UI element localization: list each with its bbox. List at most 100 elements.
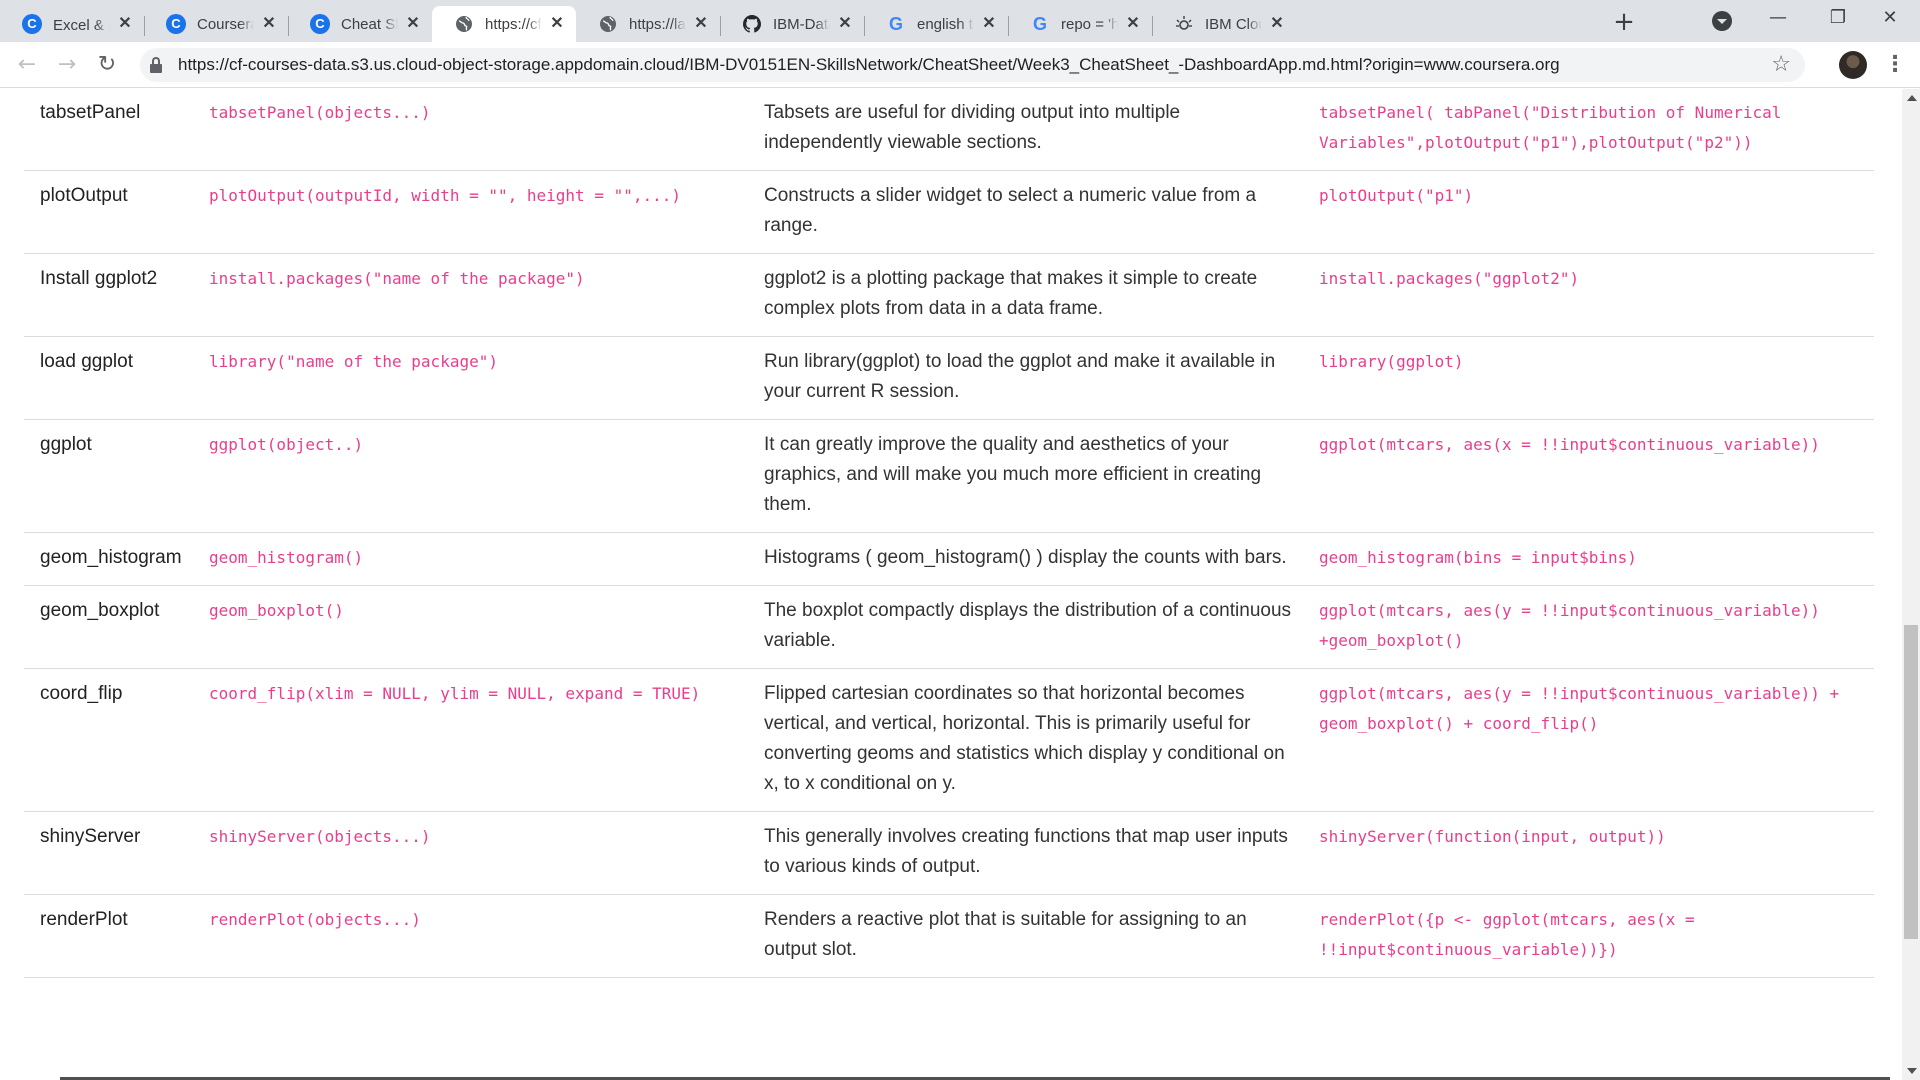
- maximize-button[interactable]: ❐: [1808, 0, 1868, 36]
- browser-tab[interactable]: C Cheat Sheet - ✕: [288, 6, 432, 42]
- function-name: coord_flip: [40, 683, 123, 704]
- syntax-cell: coord_flip(xlim = NULL, ylim = NULL, exp…: [209, 669, 764, 812]
- function-name: load ggplot: [40, 351, 133, 372]
- tab-close-icon[interactable]: ✕: [1268, 15, 1286, 33]
- table-row: coord_flip coord_flip(xlim = NULL, ylim =…: [24, 669, 1874, 812]
- browser-tab[interactable]: IBM Cloud Pa ✕: [1152, 6, 1296, 42]
- browser-menu-icon[interactable]: ⋮: [1884, 50, 1906, 80]
- globe-icon: [598, 14, 618, 34]
- bookmark-star-icon[interactable]: ☆: [1771, 51, 1791, 79]
- tab-close-icon[interactable]: ✕: [260, 15, 278, 33]
- syntax-code: geom_boxplot(): [209, 601, 344, 620]
- syntax-cell: library("name of the package"): [209, 337, 764, 420]
- function-name: tabsetPanel: [40, 102, 141, 123]
- example-code: install.packages("ggplot2"): [1319, 269, 1580, 288]
- browser-tab[interactable]: IBM-Data-Ana ✕: [720, 6, 864, 42]
- example-cell: ggplot(mtcars, aes(x = !!input$continuou…: [1319, 420, 1874, 533]
- table-row: shinyServer shinyServer(objects...) This g…: [24, 812, 1874, 895]
- table-row: Install ggplot2 install.packages("name of…: [24, 254, 1874, 337]
- table-row: plotOutput plotOutput(outputId, width = "…: [24, 171, 1874, 254]
- browser-tab[interactable]: https://cf-cou ✕: [432, 6, 576, 42]
- new-tab-button[interactable]: +: [1610, 8, 1638, 36]
- tab-title: IBM Cloud Pa: [1205, 15, 1262, 33]
- example-code: shinyServer(function(input, output)): [1319, 827, 1666, 846]
- tab-strip: C Excel & R을 A ✕ C Coursera | Onl ✕ C Cheat She…: [0, 0, 1920, 42]
- google-icon: G: [1032, 13, 1047, 34]
- browser-tab[interactable]: C Excel & R을 A ✕: [0, 6, 144, 42]
- browser-tab[interactable]: Grepo = 'https: ✕: [1008, 6, 1152, 42]
- scroll-up-arrow-icon[interactable]: [1907, 95, 1917, 101]
- syntax-cell: geom_histogram(): [209, 533, 764, 586]
- globe-icon: [454, 14, 474, 34]
- example-code: geom_histogram(bins = input$bins): [1319, 548, 1637, 567]
- coursera-icon: C: [22, 14, 42, 34]
- description: The boxplot compactly displays the distr…: [764, 600, 1292, 651]
- tab-title: english to kor: [917, 15, 974, 33]
- description: ggplot2 is a plotting package that makes…: [764, 268, 1258, 319]
- example-cell: install.packages("ggplot2"): [1319, 254, 1874, 337]
- tab-close-icon[interactable]: ✕: [404, 15, 422, 33]
- browser-tab[interactable]: https://labs.co ✕: [576, 6, 720, 42]
- tab-title: Coursera | Onl: [197, 15, 254, 33]
- ibm-cloud-icon: [1174, 14, 1194, 34]
- page-content: tabsetPanel tabsetPanel(objects...) Tabset…: [0, 89, 1902, 1080]
- browser-toolbar: ← → ↻ https://cf-courses-data.s3.us.clou…: [0, 42, 1920, 88]
- example-cell: ggplot(mtcars, aes(y = !!input$continuou…: [1319, 669, 1874, 812]
- lock-icon[interactable]: [150, 57, 162, 73]
- table-row: geom_boxplot geom_boxplot() The boxplot co…: [24, 586, 1874, 669]
- description: This generally involves creating functio…: [764, 826, 1288, 877]
- tab-close-icon[interactable]: ✕: [1124, 15, 1142, 33]
- window-close-button[interactable]: ✕: [1860, 0, 1920, 36]
- scroll-down-arrow-icon[interactable]: [1907, 1068, 1917, 1074]
- syntax-code: install.packages("name of the package"): [209, 269, 585, 288]
- browser-tab[interactable]: C Coursera | Onl ✕: [144, 6, 288, 42]
- description: Run library(ggplot) to load the ggplot a…: [764, 351, 1276, 402]
- syntax-cell: ggplot(object..): [209, 420, 764, 533]
- example-cell: tabsetPanel( tabPanel("Distribution of N…: [1319, 89, 1874, 171]
- example-code: ggplot(mtcars, aes(y = !!input$continuou…: [1319, 684, 1840, 703]
- tab-close-icon[interactable]: ✕: [980, 15, 998, 33]
- description: Constructs a slider widget to select a n…: [764, 185, 1257, 236]
- example-code: tabsetPanel( tabPanel("Distribution of N…: [1319, 103, 1782, 122]
- table-row: load ggplot library("name of the package"…: [24, 337, 1874, 420]
- syntax-cell: tabsetPanel(objects...): [209, 89, 764, 171]
- example-cell: geom_histogram(bins = input$bins): [1319, 533, 1874, 586]
- url-text[interactable]: https://cf-courses-data.s3.us.cloud-obje…: [178, 48, 1560, 82]
- back-button[interactable]: ←: [12, 50, 42, 80]
- minimize-button[interactable]: —: [1748, 0, 1808, 36]
- forward-button[interactable]: →: [52, 50, 82, 80]
- tab-close-icon[interactable]: ✕: [836, 15, 854, 33]
- table-row: ggplot ggplot(object..) It can greatly imp…: [24, 420, 1874, 533]
- table-row: tabsetPanel tabsetPanel(objects...) Tabset…: [24, 89, 1874, 171]
- description: Tabsets are useful for dividing output i…: [764, 102, 1181, 153]
- vertical-scrollbar[interactable]: [1902, 89, 1920, 1080]
- cheatsheet-table: tabsetPanel tabsetPanel(objects...) Tabset…: [24, 89, 1874, 978]
- syntax-cell: plotOutput(outputId, width = "", height …: [209, 171, 764, 254]
- example-cell: library(ggplot): [1319, 337, 1874, 420]
- syntax-code: geom_histogram(): [209, 548, 364, 567]
- example-code: ggplot(mtcars, aes(y = !!input$continuou…: [1319, 601, 1820, 620]
- reload-button[interactable]: ↻: [92, 50, 122, 80]
- syntax-cell: shinyServer(objects...): [209, 812, 764, 895]
- tab-close-icon[interactable]: ✕: [116, 15, 134, 33]
- scroll-thumb[interactable]: [1904, 625, 1918, 939]
- tab-title: Cheat Sheet -: [341, 15, 398, 33]
- table-row: renderPlot renderPlot(objects...) Renders …: [24, 895, 1874, 978]
- tab-close-icon[interactable]: ✕: [548, 15, 566, 33]
- description: Flipped cartesian coordinates so that ho…: [764, 683, 1285, 794]
- google-icon: G: [888, 13, 903, 34]
- example-code: Variables",plotOutput("p1"),plotOutput("…: [1319, 133, 1753, 152]
- example-cell: renderPlot({p <- ggplot(mtcars, aes(x =!…: [1319, 895, 1874, 978]
- syntax-code: ggplot(object..): [209, 435, 364, 454]
- function-name: shinyServer: [40, 826, 141, 847]
- function-name: renderPlot: [40, 909, 128, 930]
- tab-search-icon[interactable]: [1712, 11, 1732, 31]
- example-cell: plotOutput("p1"): [1319, 171, 1874, 254]
- function-name: geom_histogram: [40, 547, 182, 568]
- profile-avatar[interactable]: [1839, 51, 1867, 79]
- browser-tab[interactable]: Genglish to kor ✕: [864, 6, 1008, 42]
- address-bar[interactable]: https://cf-courses-data.s3.us.cloud-obje…: [140, 48, 1805, 82]
- tab-title: https://cf-cou: [485, 15, 542, 33]
- tab-close-icon[interactable]: ✕: [692, 15, 710, 33]
- syntax-code: library("name of the package"): [209, 352, 498, 371]
